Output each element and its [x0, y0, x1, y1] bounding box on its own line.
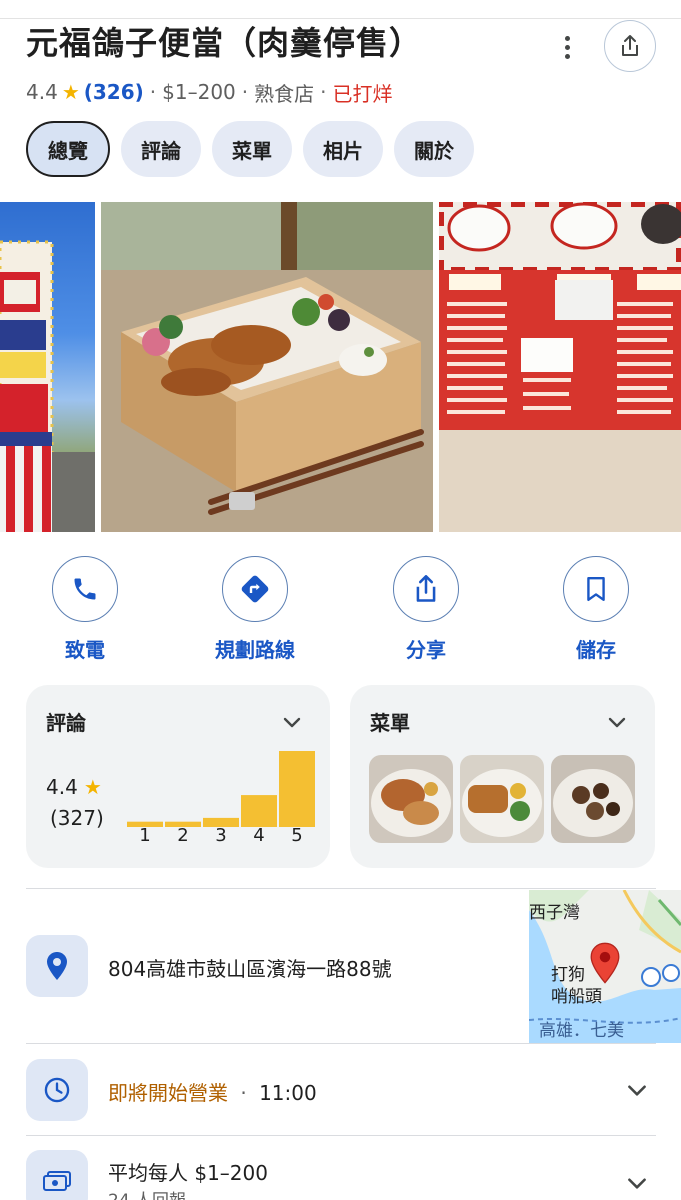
price-per-person[interactable]: 平均每人 $1–200: [108, 1157, 268, 1186]
phone-icon: [74, 578, 96, 600]
reviews-average: 4.4 ★: [46, 775, 102, 799]
directions-button[interactable]: 規劃路線: [190, 556, 320, 663]
hours-separator: ·: [240, 1081, 247, 1105]
share-icon: [622, 35, 638, 56]
meta-separator: ·: [241, 80, 249, 104]
meta-separator: ·: [149, 80, 157, 104]
directions-circle: [222, 556, 288, 622]
tab-about[interactable]: 關於: [394, 121, 474, 177]
rating-bar-4: [241, 795, 277, 827]
map-label-area: 西子灣: [529, 903, 580, 923]
rating-bar-5: [279, 751, 315, 827]
reviews-average-value: 4.4: [46, 775, 78, 799]
more-dot-icon: [564, 35, 570, 41]
map-pin-icon: [590, 942, 620, 984]
chevron-down-icon[interactable]: [624, 1170, 650, 1196]
tab-photos[interactable]: 相片: [303, 121, 383, 177]
call-circle: [52, 556, 118, 622]
rating-tick-label: 3: [215, 825, 227, 846]
rating-tick-label: 4: [253, 825, 265, 846]
more-dot-icon: [564, 53, 570, 59]
more-dot-icon: [564, 44, 570, 50]
tab-bar: 總覽 評論 菜單 相片 關於: [26, 121, 474, 177]
place-title: 元福鴿子便當（肉羹停售）: [26, 24, 423, 62]
money-icon: [43, 1171, 71, 1191]
menu-photo-thumbnail[interactable]: [460, 755, 544, 843]
chevron-down-icon[interactable]: [624, 1077, 650, 1103]
location-pin-icon: [47, 952, 67, 980]
place-meta: 4.4 ★ (326) · $1–200 · 熟食店 · 已打烊: [26, 76, 392, 108]
hours-icon-box: [26, 1059, 88, 1121]
hours-row[interactable]: 即將開始營業 · 11:00: [108, 1077, 317, 1106]
map-label-road: 高雄．七美: [539, 1021, 624, 1041]
menu-photo-thumbnail[interactable]: [551, 755, 635, 843]
star-icon: ★: [83, 775, 102, 799]
menu-card-title: 菜單: [370, 711, 410, 735]
bookmark-icon: [587, 576, 605, 602]
star-icon: ★: [61, 80, 80, 104]
share-label: 分享: [406, 638, 446, 662]
menu-dish-image: [551, 755, 635, 843]
clock-icon: [44, 1077, 70, 1103]
tab-reviews[interactable]: 評論: [121, 121, 201, 177]
rating-value: 4.4: [26, 80, 58, 104]
address-text[interactable]: 804高雄市鼓山區濱海一路88號: [108, 953, 392, 982]
save-button[interactable]: 儲存: [531, 556, 661, 663]
meta-separator: ·: [320, 80, 327, 104]
photo-pigeon-bento[interactable]: [101, 202, 433, 532]
chevron-down-icon[interactable]: [280, 710, 304, 734]
chevron-down-icon[interactable]: [605, 710, 629, 734]
category: 熟食店: [254, 81, 315, 106]
map-label-place-line2: 哨船頭: [551, 987, 602, 1007]
open-status: 已打烊: [332, 81, 393, 106]
save-label: 儲存: [576, 638, 616, 662]
photo-menu-board[interactable]: [439, 202, 681, 532]
rating-distribution-chart: [127, 751, 315, 827]
directions-icon: [241, 575, 269, 603]
more-options-button[interactable]: [552, 30, 582, 64]
bento-graphic: [101, 202, 433, 532]
circus-sign-graphic: [0, 240, 95, 532]
call-label: 致電: [65, 638, 105, 662]
hours-status: 即將開始營業: [108, 1081, 228, 1105]
reviews-card-title: 評論: [46, 711, 86, 735]
section-divider: [26, 1135, 656, 1136]
rating-tick-label: 5: [291, 825, 303, 846]
reviews-card[interactable]: 評論 4.4 ★ (327) 1 2 3 4 5: [26, 685, 330, 868]
share-header-button[interactable]: [604, 20, 656, 72]
tab-menu[interactable]: 菜單: [212, 121, 292, 177]
hours-time: 11:00: [259, 1081, 317, 1105]
menu-dish-image: [460, 755, 544, 843]
rating-tick-label: 1: [139, 825, 151, 846]
reviews-total-count: (327): [50, 806, 104, 830]
menu-board-graphic: [439, 202, 681, 532]
menu-card[interactable]: 菜單: [350, 685, 655, 868]
price-range: $1–200: [162, 80, 236, 104]
tab-overview[interactable]: 總覽: [26, 121, 110, 177]
save-circle: [563, 556, 629, 622]
top-divider: [0, 18, 681, 19]
rating-tick-label: 2: [177, 825, 189, 846]
directions-label: 規劃路線: [215, 638, 295, 662]
photo-circus-sign[interactable]: [0, 202, 95, 532]
review-count-link[interactable]: (326): [84, 80, 144, 104]
map-thumbnail[interactable]: 西子灣 打狗 哨船頭 高雄．七美: [529, 890, 681, 1043]
menu-photo-thumbnail[interactable]: [369, 755, 453, 843]
share-icon: [416, 575, 436, 602]
share-circle: [393, 556, 459, 622]
section-divider: [26, 888, 656, 889]
call-button[interactable]: 致電: [20, 556, 150, 663]
address-icon-box: [26, 935, 88, 997]
section-divider: [26, 1043, 656, 1044]
action-row: 致電 規劃路線 分享 儲存: [0, 556, 681, 666]
price-reports: 24 人回報: [108, 1186, 186, 1200]
share-button[interactable]: 分享: [361, 556, 491, 663]
price-icon-box: [26, 1150, 88, 1200]
menu-dish-image: [369, 755, 453, 843]
